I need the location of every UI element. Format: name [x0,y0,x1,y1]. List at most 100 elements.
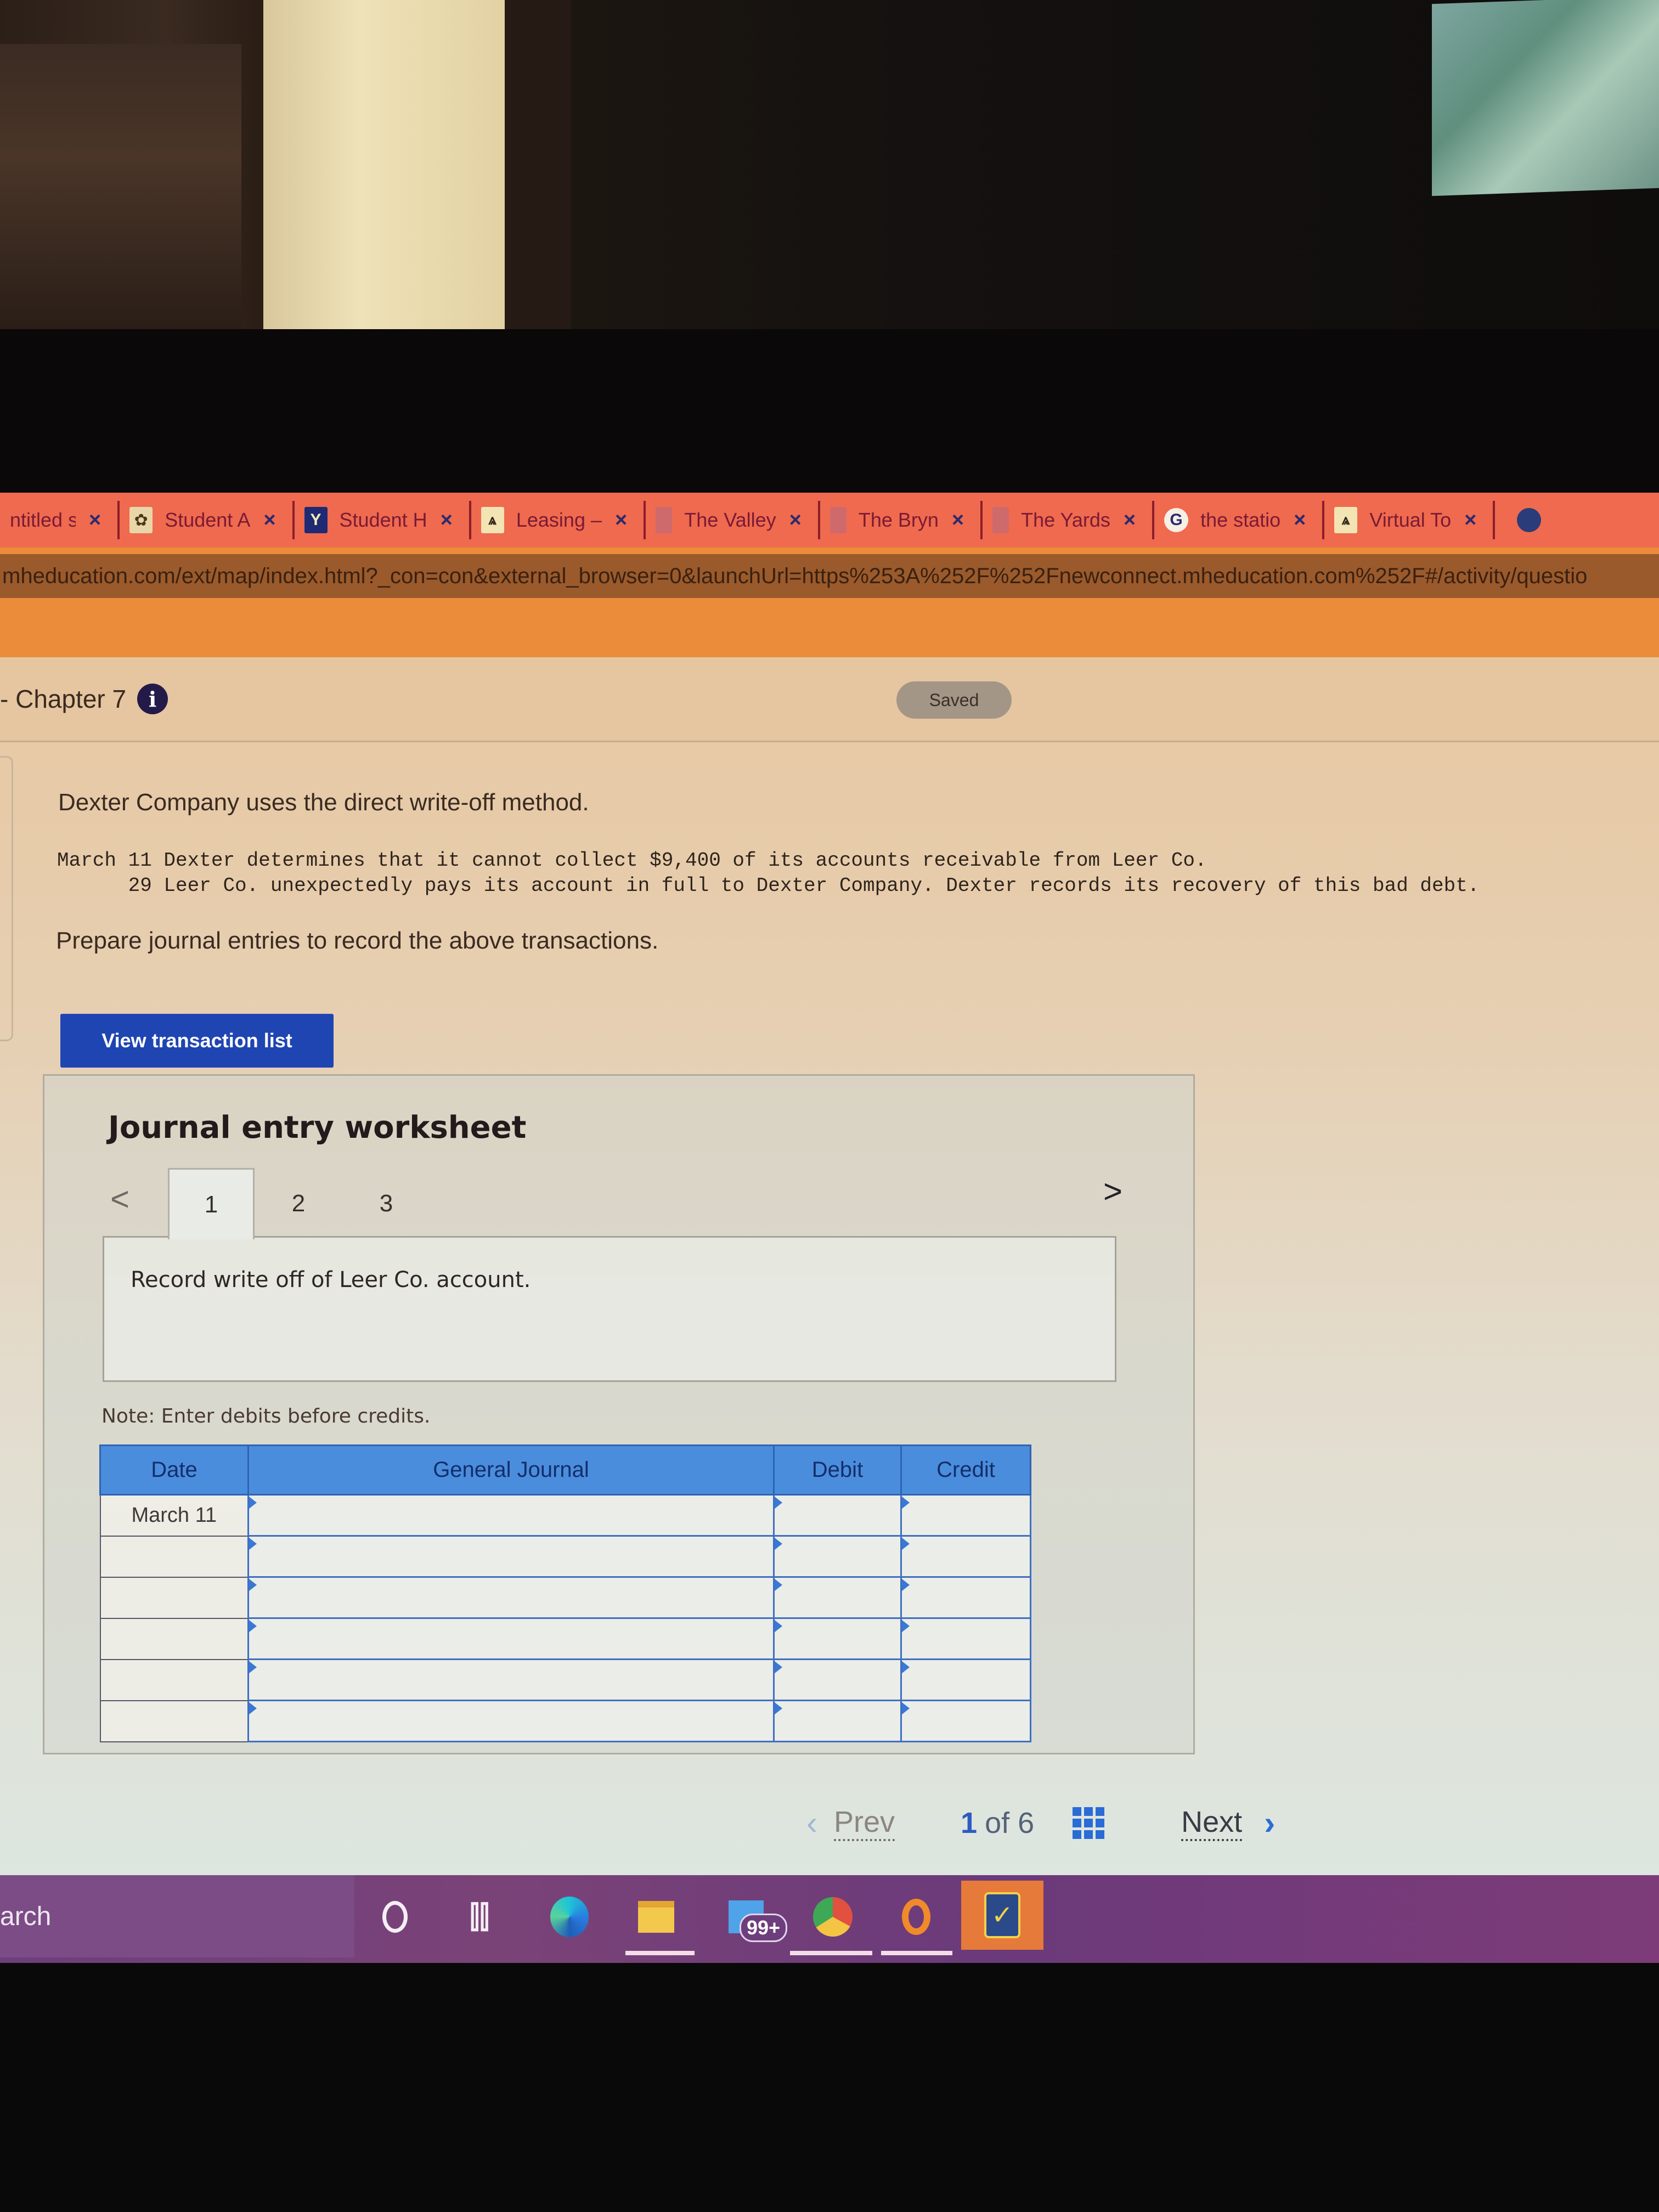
running-indicator [625,1951,695,1955]
browser-tab[interactable]: ⩓ Virtual To × [1324,501,1496,539]
date-cell [99,1576,249,1619]
debit-input[interactable] [773,1535,902,1578]
origin-icon[interactable] [894,1895,938,1939]
chevron-right-icon[interactable]: › [1264,1804,1275,1842]
worksheet-tab-2[interactable]: 2 [255,1168,342,1239]
view-transaction-list-button[interactable]: View transaction list [60,1014,334,1068]
worksheet-tab-1[interactable]: 1 [168,1168,255,1239]
date-cell [99,1617,249,1660]
browser-tab[interactable]: ⩓ Leasing – × [471,501,646,539]
search-label: arch [0,1901,52,1931]
next-button[interactable]: Next [1181,1805,1243,1841]
close-icon[interactable]: × [789,509,802,532]
address-bar[interactable]: mheducation.com/ext/map/index.html?_con=… [0,554,1659,598]
credit-input[interactable] [900,1494,1031,1537]
table-row: March 11 [99,1494,1031,1537]
running-indicator [790,1951,872,1955]
tab-label: The Valley [684,509,776,531]
chevron-right-icon[interactable]: > [1103,1172,1122,1210]
question-total: of 6 [985,1806,1035,1839]
close-icon[interactable]: × [615,509,627,532]
valley-logo-icon: ⩓ [481,507,504,533]
dropdown-marker-icon [249,1538,257,1550]
account-select[interactable] [247,1700,775,1742]
date-cell [99,1700,249,1742]
close-icon[interactable]: × [263,509,275,532]
credit-input[interactable] [900,1700,1031,1742]
credit-input[interactable] [900,1535,1031,1578]
worksheet-tab-3[interactable]: 3 [343,1168,430,1239]
file-explorer-icon[interactable] [634,1895,678,1939]
close-icon[interactable]: × [1464,509,1476,532]
column-header-credit: Credit [900,1444,1031,1496]
account-select[interactable] [247,1494,775,1537]
monitor-bezel-top [0,329,1659,494]
close-icon[interactable]: × [1124,509,1136,532]
info-icon[interactable]: i [137,684,168,714]
chevron-left-icon[interactable]: ‹ [806,1804,817,1842]
worksheet-title: Journal entry worksheet [108,1110,527,1146]
debit-input[interactable] [773,1494,902,1537]
taskbar-search-box[interactable]: arch [0,1875,354,1957]
input-marker-icon [775,1538,782,1550]
credit-input[interactable] [900,1658,1031,1701]
input-marker-icon [902,1620,910,1632]
browser-tab[interactable]: Y Student H × [295,501,471,539]
y-logo-icon: Y [304,507,328,533]
question-grid-icon[interactable] [1073,1807,1105,1839]
chrome-icon[interactable] [811,1895,855,1939]
credit-input[interactable] [900,1617,1031,1660]
table-header-row: Date General Journal Debit Credit [99,1444,1031,1496]
browser-tab[interactable]: ✿ Student A × [120,501,295,539]
dropdown-marker-icon [249,1620,257,1632]
entry-description: Record write off of Leer Co. account. [131,1267,531,1293]
credit-input[interactable] [900,1576,1031,1619]
close-icon[interactable]: × [1294,509,1306,532]
input-marker-icon [775,1579,782,1591]
close-icon[interactable]: × [441,509,453,532]
browser-tab[interactable]: The Yards × [983,501,1155,539]
table-row [99,1658,1031,1701]
mail-unread-badge: 99+ [740,1914,788,1942]
blank-favicon-icon [992,507,1009,533]
close-icon[interactable]: × [89,509,101,532]
task-view-icon[interactable]: ⫿⫿ [458,1895,501,1939]
background-shelf [0,44,241,329]
account-select[interactable] [247,1617,775,1660]
debit-input[interactable] [773,1658,902,1701]
browser-tab[interactable]: The Bryn × [820,501,983,539]
account-select[interactable] [247,1535,775,1578]
chapter-label: - Chapter 7 [0,685,127,713]
prev-button[interactable]: Prev [833,1805,895,1841]
chevron-left-icon[interactable]: < [110,1180,129,1218]
account-select[interactable] [247,1576,775,1619]
running-indicator [881,1951,952,1955]
blank-favicon-icon [830,507,847,533]
date-cell [99,1535,249,1578]
saved-status-badge: Saved [896,681,1012,719]
tab-label: The Yards [1021,509,1110,531]
partial-tab-favicon-icon[interactable] [1517,508,1542,532]
column-header-general-journal: General Journal [247,1444,775,1496]
tab-label: the statio [1200,509,1281,531]
browser-tab[interactable]: ntitled s × [0,501,120,539]
input-marker-icon [902,1702,910,1714]
debit-input[interactable] [773,1576,902,1619]
dropdown-marker-icon [249,1661,257,1673]
debit-input[interactable] [773,1700,902,1742]
browser-tab[interactable]: G the statio × [1154,501,1325,539]
browser-tab[interactable]: The Valley × [646,501,820,539]
cortana-icon[interactable] [373,1895,417,1939]
edge-browser-icon[interactable] [548,1895,591,1939]
column-header-date: Date [99,1444,249,1496]
dropdown-marker-icon [249,1497,257,1509]
close-icon[interactable]: × [952,509,964,532]
debit-input[interactable] [773,1617,902,1660]
norton-security-icon[interactable]: ✓ [961,1881,1043,1950]
table-row [99,1576,1031,1619]
account-select[interactable] [247,1658,775,1701]
side-panel-handle[interactable] [0,756,13,1041]
question-intro: Dexter Company uses the direct write-off… [58,789,589,816]
tab-label: The Bryn [858,509,939,531]
dropdown-marker-icon [249,1702,257,1714]
